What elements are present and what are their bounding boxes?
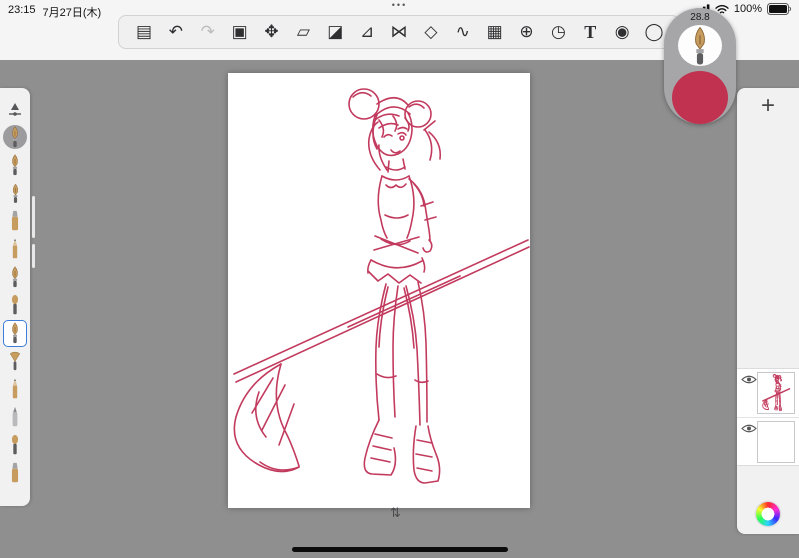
brush-item-fan-brush[interactable] [2,347,28,375]
brush-item-flat-marker[interactable] [2,459,28,487]
brush-item-mapping-pen[interactable] [2,179,28,207]
current-color-button[interactable] [672,71,728,124]
symmetry-icon[interactable]: ⋈ [386,18,412,46]
redo-icon[interactable]: ↷ [195,18,221,46]
marker-icon [9,462,21,484]
marquee-select-icon[interactable]: ▣ [227,18,253,46]
brush-size-value: 28.8 [690,12,710,23]
brush-item-marker[interactable] [2,207,28,235]
pen-icon [9,266,21,288]
layer-thumbnail[interactable] [757,372,795,414]
camera-icon[interactable]: ◉ [609,18,635,46]
sidebar-scroll-indicator [32,244,35,268]
paint-app-window: 23:15 7月27日(木) ••• 100% ▤ ↶ ↷ ▣ ✥ ▱ ◪ ⊿ … [0,0,799,558]
perspective-icon[interactable]: ⊕ [514,18,540,46]
curve-icon[interactable]: ∿ [450,18,476,46]
material-icon[interactable]: ◷ [545,18,571,46]
current-brush-button[interactable] [678,25,722,67]
layer-row-sketch[interactable] [737,369,799,417]
pen-icon [10,183,21,204]
add-layer-button[interactable]: + [737,92,799,120]
main-toolbar: ▤ ↶ ↷ ▣ ✥ ▱ ◪ ⊿ ⋈ ◇ ∿ ▦ ⊕ ◷ T ◉ ◯ [118,15,680,49]
round-brush-icon [9,294,21,316]
brush-item-selected-pen[interactable] [2,319,28,347]
selected-brush-outline [3,319,27,347]
pen-nib-icon [689,26,711,66]
brush-color-panel: 28.8 [664,8,736,124]
brush-item-airbrush[interactable] [2,403,28,431]
brush-item-active-pen[interactable] [2,123,28,151]
brush-item-round-brush[interactable] [2,431,28,459]
layer-row-empty[interactable] [737,417,799,465]
brush-sidebar [0,88,30,506]
layers-sidebar: + [737,88,799,534]
active-brush-ring [3,125,27,149]
brush-item-soft-pencil[interactable] [2,375,28,403]
fan-brush-icon [8,350,22,373]
sidebar-scroll-indicator [32,196,35,238]
brush-size-slider-icon[interactable] [2,95,28,123]
undo-icon[interactable]: ↶ [163,18,189,46]
brush-item-script-pen[interactable] [2,291,28,319]
brush-item-pencil[interactable] [2,235,28,263]
eraser-icon[interactable]: ◪ [322,18,348,46]
sketch-artwork [233,88,530,484]
multitask-dots: ••• [391,0,408,10]
image-icon[interactable]: ▦ [482,18,508,46]
pen-icon [9,154,21,176]
layer-thumbnail[interactable] [757,421,795,463]
layers-list [737,368,799,466]
color-wheel-button[interactable] [756,502,780,526]
transform-icon[interactable]: ▱ [290,18,316,46]
shape-icon[interactable]: ◇ [418,18,444,46]
marker-icon [9,210,21,232]
layer-visibility-eye-icon[interactable] [741,423,757,434]
tool-settings-icon[interactable]: ▤ [131,18,157,46]
pen-icon [9,126,21,148]
battery-percent: 100% [733,3,762,15]
brush-item-pen[interactable] [2,151,28,179]
pencil-icon [9,238,21,260]
move-icon[interactable]: ✥ [259,18,285,46]
pencil-icon [9,378,21,400]
ruler-icon[interactable]: ⊿ [354,18,380,46]
canvas-rotate-icon[interactable]: ⇅ [390,505,401,521]
brush-item-ink-pen[interactable] [2,263,28,291]
home-indicator[interactable] [292,547,508,552]
drawing-canvas[interactable] [228,73,530,508]
layer-visibility-eye-icon[interactable] [741,374,757,385]
text-tool-icon[interactable]: T [577,18,603,46]
round-brush-icon [9,434,21,456]
pen-icon [9,322,21,344]
battery-icon [767,3,792,15]
airbrush-icon [9,406,21,428]
